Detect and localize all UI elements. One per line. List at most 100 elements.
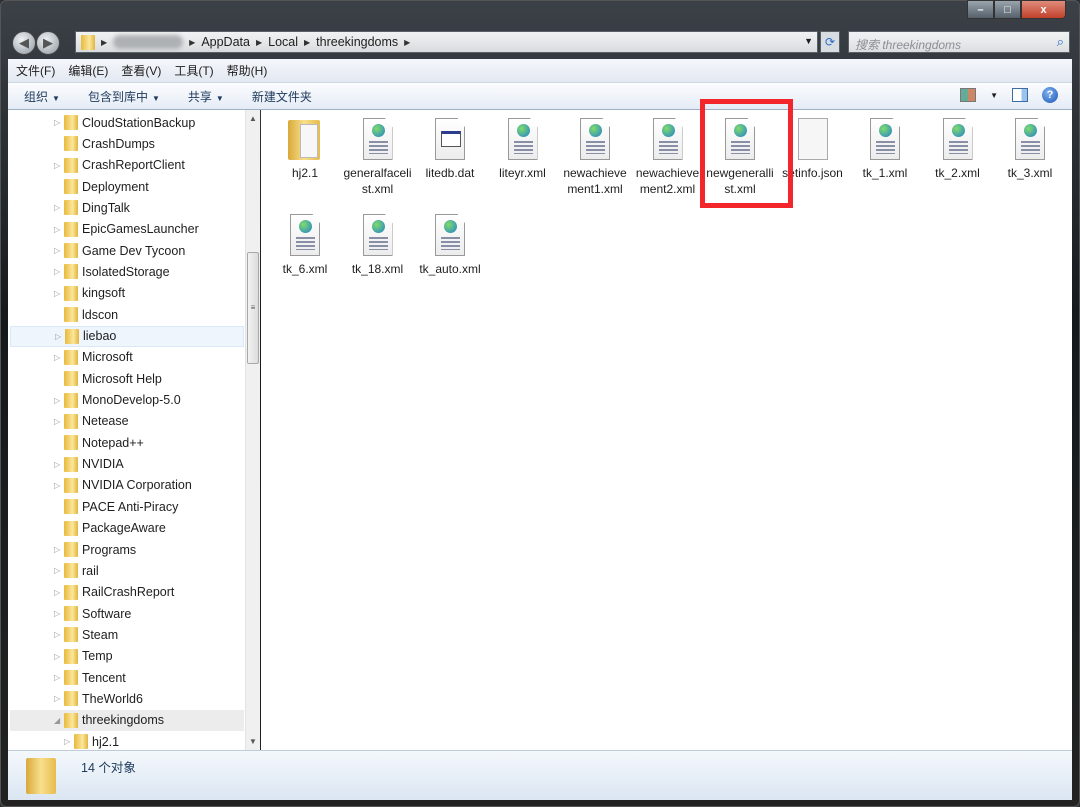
expand-arrow-icon[interactable]: ▷	[54, 417, 60, 426]
file-item[interactable]: setinfo.json	[777, 110, 849, 181]
expand-arrow-icon[interactable]: ▷	[54, 267, 60, 276]
nav-item[interactable]: ▷ TheWorld6	[10, 688, 244, 709]
maximize-button[interactable]: □	[994, 0, 1021, 19]
file-item[interactable]: liteyr.xml	[487, 110, 559, 181]
nav-item[interactable]: ▷ hj2.1	[10, 731, 244, 750]
expand-arrow-icon[interactable]: ▷	[64, 737, 70, 746]
expand-arrow-icon[interactable]: ▷	[54, 481, 60, 490]
nav-item[interactable]: ▷ Software	[10, 603, 244, 624]
expand-arrow-icon[interactable]: ▷	[54, 203, 60, 212]
expand-arrow-icon[interactable]: ▷	[54, 588, 60, 597]
nav-item[interactable]: ▷ Programs	[10, 539, 244, 560]
expand-arrow-icon[interactable]: ▷	[54, 673, 60, 682]
nav-item[interactable]: ldscon	[10, 304, 244, 325]
menu-tools[interactable]: 工具(T)	[174, 62, 213, 79]
file-item[interactable]: litedb.dat	[414, 110, 486, 181]
nav-item[interactable]: ▷ MonoDevelop-5.0	[10, 390, 244, 411]
change-view-icon[interactable]	[960, 88, 977, 102]
address-bar[interactable]: ▶ ▶ AppData ▶ Local ▶ threekingdoms ▶ ▼	[75, 31, 818, 53]
menu-file[interactable]: 文件(F)	[16, 62, 55, 79]
nav-item[interactable]: ▷ EpicGamesLauncher	[10, 219, 244, 240]
breadcrumb-arrow-icon: ▶	[101, 37, 108, 47]
search-input[interactable]: 搜索 threekingdoms ⌕	[848, 31, 1070, 53]
nav-item[interactable]: ▷ liebao	[10, 325, 244, 347]
expand-arrow-icon[interactable]: ▷	[54, 609, 60, 618]
nav-item[interactable]: ▷ CrashReportClient	[10, 155, 244, 176]
nav-item[interactable]: Deployment	[10, 176, 244, 197]
nav-item[interactable]: ◢ threekingdoms	[10, 709, 244, 731]
file-item[interactable]: tk_1.xml	[849, 110, 921, 181]
nav-item[interactable]: ▷ RailCrashReport	[10, 582, 244, 603]
expand-arrow-icon[interactable]: ▷	[54, 289, 60, 298]
expand-arrow-icon[interactable]: ▷	[54, 225, 60, 234]
nav-item-label: Game Dev Tycoon	[82, 243, 186, 258]
expand-arrow-icon[interactable]: ▷	[54, 161, 60, 170]
expand-arrow-icon[interactable]: ▷	[54, 118, 60, 127]
share-button[interactable]: 共享 ▼	[188, 88, 224, 105]
scroll-up-icon[interactable]: ▲	[249, 114, 257, 123]
expand-arrow-icon[interactable]: ▷	[54, 353, 60, 362]
view-dropdown-icon[interactable]: ▼	[990, 91, 998, 100]
menu-view[interactable]: 查看(V)	[121, 62, 161, 79]
nav-item[interactable]: ▷ Microsoft	[10, 347, 244, 368]
breadcrumb-threekingdoms[interactable]: threekingdoms	[316, 35, 398, 49]
menu-help[interactable]: 帮助(H)	[227, 62, 268, 79]
nav-item[interactable]: PACE Anti-Piracy	[10, 496, 244, 517]
nav-item[interactable]: ▷ NVIDIA Corporation	[10, 475, 244, 496]
expand-arrow-icon[interactable]: ▷	[54, 246, 60, 255]
nav-item[interactable]: ▷ kingsoft	[10, 283, 244, 304]
nav-item[interactable]: ▷ DingTalk	[10, 197, 244, 218]
expand-arrow-icon[interactable]: ▷	[54, 460, 60, 469]
breadcrumb-local[interactable]: Local	[268, 35, 298, 49]
file-item[interactable]: generalfacelist.xml	[342, 110, 414, 197]
expand-arrow-icon[interactable]: ▷	[55, 332, 61, 341]
file-item[interactable]: tk_auto.xml	[414, 206, 486, 277]
organize-button[interactable]: 组织 ▼	[24, 88, 60, 105]
file-item[interactable]: newachievement2.xml	[632, 110, 704, 197]
forward-button[interactable]: ▶	[36, 31, 60, 55]
expand-arrow-icon[interactable]: ▷	[54, 694, 60, 703]
file-item[interactable]: newachievement1.xml	[559, 110, 631, 197]
close-button[interactable]: x	[1021, 0, 1066, 19]
scroll-thumb[interactable]: ≡	[247, 252, 259, 364]
nav-item[interactable]: ▷ Netease	[10, 411, 244, 432]
nav-item[interactable]: ▷ Game Dev Tycoon	[10, 240, 244, 261]
menu-edit[interactable]: 编辑(E)	[68, 62, 108, 79]
back-button[interactable]: ◀	[12, 31, 36, 55]
nav-item-label: DingTalk	[82, 200, 130, 215]
nav-item[interactable]: ▷ NVIDIA	[10, 454, 244, 475]
file-item[interactable]: tk_6.xml	[269, 206, 341, 277]
nav-item[interactable]: ▷ CloudStationBackup	[10, 112, 244, 133]
nav-item[interactable]: ▷ IsolatedStorage	[10, 261, 244, 282]
expand-arrow-icon[interactable]: ▷	[54, 396, 60, 405]
file-item[interactable]: hj2.1	[269, 110, 341, 181]
nav-item[interactable]: Microsoft Help	[10, 368, 244, 389]
expand-arrow-icon[interactable]: ▷	[54, 652, 60, 661]
nav-item[interactable]: ▷ Steam	[10, 624, 244, 645]
nav-item[interactable]: ▷ Temp	[10, 646, 244, 667]
expand-arrow-icon[interactable]: ▷	[54, 545, 60, 554]
new-folder-button[interactable]: 新建文件夹	[252, 88, 312, 105]
collapse-arrow-icon[interactable]: ◢	[54, 716, 60, 725]
expand-arrow-icon[interactable]: ▷	[54, 566, 60, 575]
file-item[interactable]: newgenerallist.xml	[704, 110, 776, 197]
nav-item[interactable]: PackageAware	[10, 518, 244, 539]
scroll-down-icon[interactable]: ▼	[249, 737, 257, 746]
file-item[interactable]: tk_2.xml	[922, 110, 994, 181]
file-item[interactable]: tk_3.xml	[994, 110, 1066, 181]
nav-item[interactable]: CrashDumps	[10, 133, 244, 154]
expand-arrow-icon[interactable]: ▷	[54, 630, 60, 639]
nav-item[interactable]: ▷ Tencent	[10, 667, 244, 688]
address-dropdown-icon[interactable]: ▼	[804, 36, 813, 46]
nav-item[interactable]: Notepad++	[10, 432, 244, 453]
nav-item[interactable]: ▷ rail	[10, 560, 244, 581]
nav-scrollbar[interactable]: ▲ ≡ ▼	[245, 110, 260, 750]
file-item[interactable]: tk_18.xml	[342, 206, 414, 277]
preview-pane-icon[interactable]	[1012, 88, 1028, 102]
search-icon[interactable]: ⌕	[1057, 34, 1064, 50]
refresh-button[interactable]: ⟳	[820, 31, 840, 53]
help-icon[interactable]: ?	[1042, 87, 1058, 103]
breadcrumb-appdata[interactable]: AppData	[201, 35, 250, 49]
include-library-button[interactable]: 包含到库中 ▼	[88, 88, 160, 105]
minimize-button[interactable]: –	[967, 0, 994, 19]
